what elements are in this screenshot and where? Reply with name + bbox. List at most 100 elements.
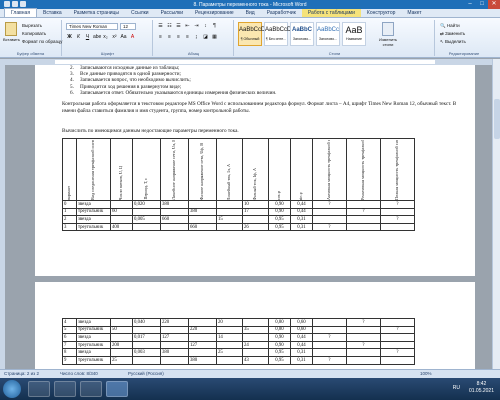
superscript-button[interactable]: x² <box>111 34 118 41</box>
tab-mailings[interactable]: Рассылки <box>155 9 189 17</box>
table-cell[interactable] <box>110 318 133 327</box>
table-cell[interactable]: 0,80 <box>268 318 291 327</box>
table-cell[interactable]: 0,95 <box>268 355 291 365</box>
word-count[interactable]: Число слов: 8/340 <box>60 370 98 378</box>
tab-insert[interactable]: Вставка <box>37 9 68 17</box>
table-cell[interactable]: 0,44 <box>290 200 313 209</box>
table-cell[interactable]: 220 <box>160 318 189 327</box>
style-heading-1[interactable]: AaBbC Заголово... <box>290 22 314 46</box>
start-button-icon[interactable] <box>3 380 21 398</box>
table-cell[interactable] <box>346 355 381 365</box>
table-cell[interactable] <box>216 325 243 335</box>
table-cell[interactable] <box>380 222 415 232</box>
table-cell[interactable]: ? <box>312 200 347 209</box>
table-cell[interactable]: ? <box>380 348 415 357</box>
table-cell[interactable] <box>242 215 269 224</box>
table-cell[interactable]: 9 <box>62 355 77 365</box>
table-cell[interactable]: 0,44 <box>290 207 313 217</box>
table-cell[interactable] <box>188 200 217 209</box>
table-cell[interactable] <box>346 348 381 357</box>
strikethrough-button[interactable]: abe <box>93 34 101 41</box>
table-cell[interactable]: 1 <box>62 207 77 217</box>
tab-review[interactable]: Рецензирование <box>189 9 240 17</box>
table-cell[interactable]: 0,90 <box>268 207 291 217</box>
table-cell[interactable]: 0,017 <box>132 333 161 342</box>
table-cell[interactable]: 0,44 <box>290 333 313 342</box>
table-cell[interactable]: 0,80 <box>268 325 291 335</box>
table-cell[interactable] <box>312 348 347 357</box>
table-cell[interactable] <box>380 333 415 342</box>
table-cell[interactable]: ? <box>312 355 347 365</box>
table-cell[interactable] <box>160 325 189 335</box>
table-cell[interactable] <box>346 222 381 232</box>
table-cell[interactable]: 380 <box>160 348 189 357</box>
table-cell[interactable]: ? <box>380 200 415 209</box>
table-cell[interactable]: треугольник <box>76 340 111 350</box>
taskbar-browser-icon[interactable] <box>54 381 76 397</box>
tab-developer[interactable]: Разработчик <box>261 9 302 17</box>
table-cell[interactable] <box>346 215 381 224</box>
table-cell[interactable] <box>160 340 189 350</box>
table-cell[interactable]: 0,44 <box>290 340 313 350</box>
table-cell[interactable]: 380 <box>188 207 217 217</box>
table-cell[interactable] <box>312 207 347 217</box>
table-cell[interactable]: 60 <box>110 207 133 217</box>
show-marks-icon[interactable]: ¶ <box>211 23 218 30</box>
table-cell[interactable] <box>216 222 243 232</box>
table-cell[interactable] <box>312 215 347 224</box>
table-cell[interactable]: 0,90 <box>268 200 291 209</box>
table-cell[interactable]: 17 <box>242 207 269 217</box>
find-button[interactable]: 🔍 Найти <box>440 23 460 29</box>
table-cell[interactable] <box>380 207 415 217</box>
keyboard-language[interactable]: RU <box>453 385 460 391</box>
table-cell[interactable]: 5 <box>62 325 77 335</box>
style-title[interactable]: AaB Название <box>342 22 366 46</box>
table-cell[interactable] <box>216 355 243 365</box>
change-case-button[interactable]: Aa <box>120 34 127 41</box>
table-cell[interactable] <box>188 318 217 327</box>
table-cell[interactable]: 0,31 <box>290 348 313 357</box>
change-styles-button[interactable]: Изменить стили <box>375 22 401 47</box>
table-cell[interactable] <box>188 215 217 224</box>
table-cell[interactable]: ? <box>380 325 415 335</box>
line-spacing-icon[interactable]: ↨ <box>193 34 200 41</box>
align-right-icon[interactable]: ≡ <box>175 34 182 41</box>
table-cell[interactable] <box>312 340 347 350</box>
table-cell[interactable] <box>132 207 161 217</box>
table-cell[interactable]: 0,95 <box>268 222 291 232</box>
borders-icon[interactable]: ▦ <box>211 34 218 41</box>
table-cell[interactable] <box>216 200 243 209</box>
table-cell[interactable]: 0,90 <box>268 340 291 350</box>
table-cell[interactable]: звезда <box>76 348 111 357</box>
table-cell[interactable]: 0 <box>62 200 77 209</box>
table-cell[interactable]: звезда <box>76 215 111 224</box>
align-left-icon[interactable]: ≡ <box>157 34 164 41</box>
parameters-table-part-1[interactable]: вариант Вид соединения трехфазной систем… <box>62 138 415 232</box>
table-cell[interactable]: 15 <box>216 215 243 224</box>
table-cell[interactable]: 8 <box>62 348 77 357</box>
save-icon[interactable] <box>12 1 18 7</box>
copy-button[interactable]: Копировать <box>22 31 46 36</box>
table-cell[interactable]: 380 <box>188 355 217 365</box>
zoom-level[interactable]: 100% <box>420 370 432 378</box>
table-cell[interactable] <box>132 222 161 232</box>
style-normal[interactable]: AaBbCcDc ¶ Обычный <box>238 22 268 46</box>
table-cell[interactable]: 50 <box>110 325 133 335</box>
cut-button[interactable]: Вырезать <box>22 23 42 28</box>
justify-icon[interactable]: ≡ <box>184 34 191 41</box>
table-cell[interactable] <box>312 325 347 335</box>
table-cell[interactable] <box>160 222 189 232</box>
table-cell[interactable] <box>188 333 217 342</box>
table-cell[interactable]: 400 <box>110 222 133 232</box>
office-button-icon[interactable] <box>4 1 10 7</box>
table-cell[interactable]: 7 <box>62 340 77 350</box>
table-cell[interactable]: 10 <box>242 200 269 209</box>
shading-icon[interactable]: ◪ <box>202 34 209 41</box>
table-cell[interactable] <box>346 325 381 335</box>
tab-layout[interactable]: Макет <box>401 9 427 17</box>
table-cell[interactable]: 0,90 <box>268 333 291 342</box>
tab-references[interactable]: Ссылки <box>125 9 155 17</box>
table-cell[interactable]: 0,60 <box>290 318 313 327</box>
table-cell[interactable] <box>242 318 269 327</box>
table-cell[interactable]: 127 <box>160 333 189 342</box>
